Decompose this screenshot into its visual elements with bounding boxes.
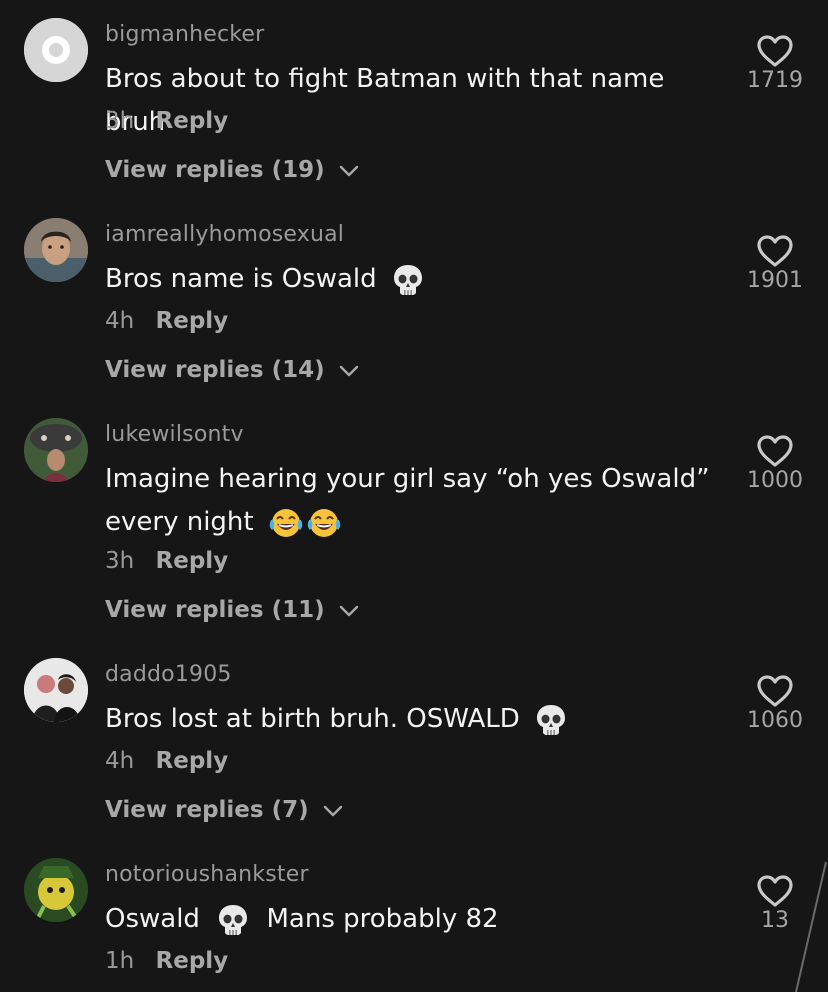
- avatar[interactable]: [24, 658, 88, 722]
- reply-button[interactable]: Reply: [156, 948, 229, 974]
- avatar[interactable]: [24, 18, 88, 82]
- like-count: 1060: [747, 708, 803, 733]
- username[interactable]: notorioushankster: [105, 862, 309, 887]
- comment-item: lukewilsontv Imagine hearing your girl s…: [0, 418, 828, 638]
- view-replies-label: View replies (11): [105, 597, 325, 623]
- view-replies-label: View replies (7): [105, 797, 309, 823]
- comment-meta: 1h Reply: [105, 948, 228, 974]
- comment-text-after: Mans probably 82: [266, 904, 499, 934]
- comment-item: daddo1905 Bros lost at birth bruh. OSWAL…: [0, 658, 828, 838]
- chevron-down-icon: [339, 605, 358, 616]
- comment-text-content: Bros lost at birth bruh. OSWALD: [105, 704, 520, 734]
- view-replies-button[interactable]: View replies (19): [105, 157, 359, 183]
- like-count: 1719: [747, 68, 803, 93]
- scroll-indicator: [795, 862, 827, 992]
- comment-meta: 4h Reply: [105, 308, 228, 334]
- like-button[interactable]: 1901: [740, 234, 810, 293]
- heart-icon: [757, 675, 793, 707]
- user-photo-icon: [24, 418, 88, 482]
- username[interactable]: lukewilsontv: [105, 422, 244, 447]
- view-replies-button[interactable]: View replies (11): [105, 597, 359, 623]
- comment-text-content: Imagine hearing your girl say “oh yes Os…: [105, 464, 710, 537]
- username[interactable]: iamreallyhomosexual: [105, 222, 344, 247]
- comment-text-before: Oswald: [105, 904, 200, 934]
- comment-meta: 3h Reply: [105, 108, 228, 134]
- timestamp: 3h: [105, 108, 135, 134]
- chevron-down-icon: [339, 365, 358, 376]
- view-replies-label: View replies (19): [105, 157, 325, 183]
- username[interactable]: daddo1905: [105, 662, 232, 687]
- reply-button[interactable]: Reply: [156, 748, 229, 774]
- skull-emoji: [393, 264, 422, 295]
- like-count: 1000: [747, 468, 803, 493]
- user-photo-icon: [24, 858, 88, 922]
- comment-meta: 3h Reply: [105, 548, 228, 574]
- view-replies-label: View replies (14): [105, 357, 325, 383]
- heart-icon: [757, 35, 793, 67]
- avatar[interactable]: [24, 418, 88, 482]
- timestamp: 1h: [105, 948, 135, 974]
- user-photo-icon: [24, 658, 88, 722]
- skull-emoji: [219, 904, 248, 935]
- like-button[interactable]: 1000: [740, 434, 810, 493]
- avatar[interactable]: [24, 858, 88, 922]
- reply-button[interactable]: Reply: [156, 308, 229, 334]
- laughing-crying-emoji: [269, 508, 341, 537]
- comment-meta: 4h Reply: [105, 748, 228, 774]
- comment-text: Bros lost at birth bruh. OSWALD: [105, 698, 715, 741]
- like-button[interactable]: 1719: [740, 34, 810, 93]
- view-replies-button[interactable]: View replies (14): [105, 357, 359, 383]
- comment-text: Imagine hearing your girl say “oh yes Os…: [105, 458, 715, 544]
- heart-icon: [757, 235, 793, 267]
- comment-text: Bros name is Oswald: [105, 258, 715, 301]
- default-avatar-icon: [24, 18, 88, 82]
- comment-item: iamreallyhomosexual Bros name is Oswald …: [0, 218, 828, 398]
- username[interactable]: bigmanhecker: [105, 22, 264, 47]
- timestamp: 4h: [105, 308, 135, 334]
- heart-icon: [757, 435, 793, 467]
- reply-button[interactable]: Reply: [156, 108, 229, 134]
- chevron-down-icon: [339, 165, 358, 176]
- like-count: 1901: [747, 268, 803, 293]
- view-replies-button[interactable]: View replies (7): [105, 797, 343, 823]
- chevron-down-icon: [323, 805, 342, 816]
- comment-item: bigmanhecker Bros about to fight Batman …: [0, 18, 828, 198]
- comment-text-content: Bros name is Oswald: [105, 264, 377, 294]
- comment-text: Oswald Mans probably 82: [105, 898, 715, 941]
- timestamp: 4h: [105, 748, 135, 774]
- timestamp: 3h: [105, 548, 135, 574]
- like-button[interactable]: 1060: [740, 674, 810, 733]
- avatar[interactable]: [24, 218, 88, 282]
- comment-item: notorioushankster Oswald Mans probably 8…: [0, 858, 828, 992]
- user-photo-icon: [24, 218, 88, 282]
- skull-emoji: [537, 704, 566, 735]
- reply-button[interactable]: Reply: [156, 548, 229, 574]
